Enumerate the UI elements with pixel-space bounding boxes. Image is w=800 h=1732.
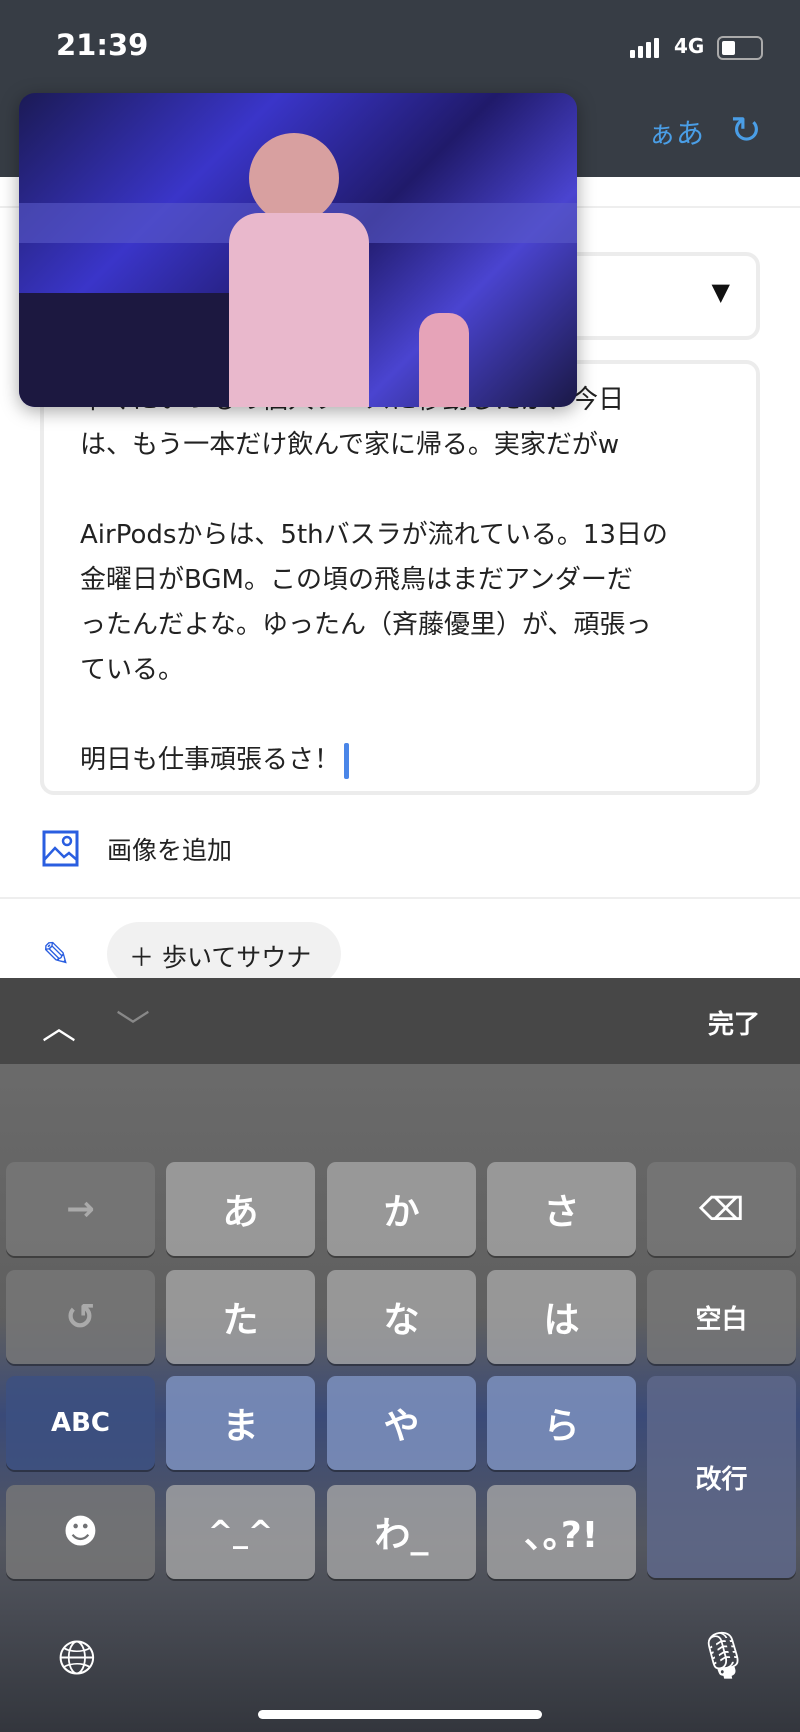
emoji-icon[interactable]: ☻ [6, 1485, 155, 1579]
keyboard: ︿ ﹀ 完了 → あ か さ ⌫ ↺ た な は 空白 ABC ま や ら 改行… [0, 978, 800, 1732]
key-na[interactable]: な [327, 1270, 476, 1364]
key-ta[interactable]: た [166, 1270, 315, 1364]
key-kaomoji[interactable]: ^_^ [166, 1485, 315, 1579]
key-ya[interactable]: や [327, 1376, 476, 1470]
picture-in-picture-video[interactable] [19, 93, 577, 407]
microphone-icon[interactable]: 🎙︎ [694, 1628, 752, 1683]
video-performer-head [249, 133, 339, 223]
network-label: 4G [674, 34, 705, 58]
undo-icon[interactable]: ↺ [6, 1270, 155, 1364]
battery-icon [717, 36, 763, 60]
text-line: 金曜日がBGM。この頃の飛鳥はまだアンダーだ [80, 565, 633, 595]
status-time: 21:39 [56, 28, 149, 62]
text-line: は、もう一本だけ飲んで家に帰る。実家だがw [80, 430, 620, 460]
keyboard-toolbar: ︿ ﹀ 完了 [0, 978, 800, 1064]
key-ha[interactable]: は [487, 1270, 636, 1364]
key-sa[interactable]: さ [487, 1162, 636, 1256]
image-icon [42, 830, 79, 867]
text-line: 明日も仕事頑張るさ！ [80, 745, 341, 775]
add-image-label: 画像を追加 [107, 835, 233, 865]
chevron-down-icon[interactable]: ﹀ [116, 1000, 150, 1049]
key-ka[interactable]: か [327, 1162, 476, 1256]
text-line [80, 468, 756, 513]
kana-button[interactable]: ぁあ [648, 112, 704, 152]
text-line: AirPodsからは、5thバスラが流れている。13日の [80, 520, 668, 550]
home-indicator [258, 1710, 542, 1719]
key-ma[interactable]: ま [166, 1376, 315, 1470]
diary-text-area[interactable]: 早くにいつもの個人ブースに移動したが、今日 は、もう一本だけ飲んで家に帰る。実家… [40, 360, 760, 795]
globe-icon[interactable]: 🌐︎ [58, 1630, 96, 1687]
signal-icon [630, 38, 659, 58]
divider [0, 897, 800, 899]
chevron-up-icon[interactable]: ︿ [42, 1000, 76, 1049]
text-caret [344, 742, 350, 779]
text-line [80, 693, 756, 738]
add-image-button[interactable]: 画像を追加 [42, 830, 232, 867]
backspace-icon[interactable]: ⌫ [647, 1162, 796, 1256]
key-a[interactable]: あ [166, 1162, 315, 1256]
refresh-icon[interactable]: ↻ [730, 108, 762, 152]
video-performer-back [419, 313, 469, 407]
return-key[interactable]: 改行 [647, 1376, 796, 1578]
key-punctuation[interactable]: ､｡?! [487, 1485, 636, 1579]
key-wa[interactable]: わ_ [327, 1485, 476, 1579]
space-key[interactable]: 空白 [647, 1270, 796, 1364]
tag-chip[interactable]: ＋ 歩いてサウナ [107, 922, 341, 986]
video-performer-dress [229, 213, 369, 407]
abc-key[interactable]: ABC [6, 1376, 155, 1470]
text-line: ったんだよな。ゆったん（斉藤優里）が、頑張っ [80, 610, 652, 640]
text-line: ている。 [80, 655, 185, 685]
pencil-icon[interactable]: ✎ [42, 935, 71, 975]
done-button[interactable]: 完了 [708, 1004, 760, 1041]
dropdown-arrow-icon: ▼ [711, 278, 730, 306]
key-ra[interactable]: ら [487, 1376, 636, 1470]
key-next[interactable]: → [6, 1162, 155, 1256]
